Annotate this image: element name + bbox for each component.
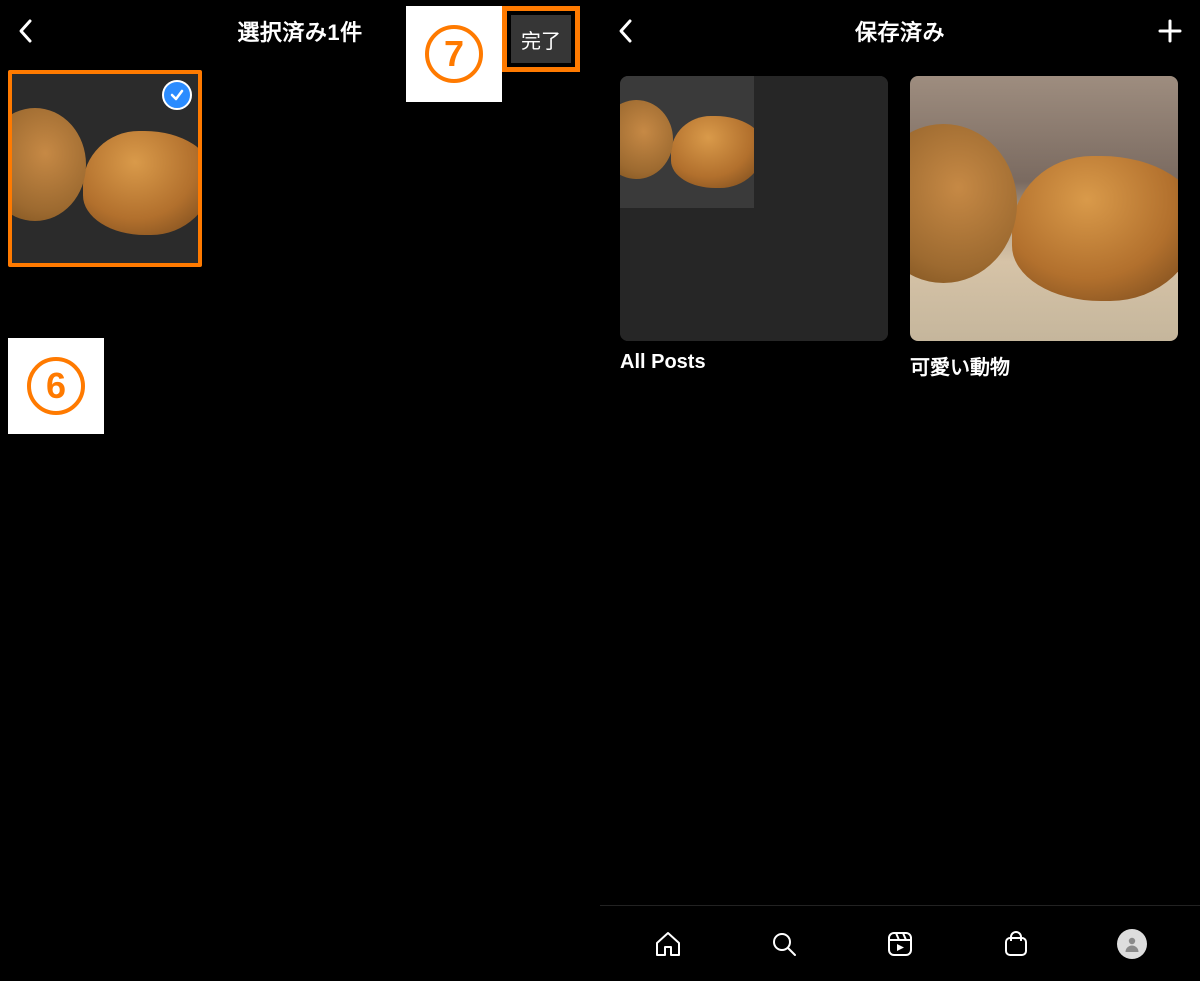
collection-cute-animals[interactable]: 可愛い動物 xyxy=(910,76,1178,380)
collection-cover-empty-cell xyxy=(755,76,889,208)
add-collection-icon[interactable] xyxy=(1156,17,1184,45)
back-icon[interactable] xyxy=(616,17,636,45)
collection-label: 可愛い動物 xyxy=(910,351,1178,380)
collection-cover-empty-cell xyxy=(755,209,889,341)
collection-cover-cell xyxy=(620,76,754,208)
done-button-highlight: 完了 xyxy=(502,6,580,72)
collection-all-posts[interactable]: All Posts xyxy=(620,76,888,380)
back-icon[interactable] xyxy=(16,17,36,45)
collection-grid: All Posts 可愛い動物 xyxy=(600,62,1200,380)
page-title: 保存済み xyxy=(855,15,945,47)
annotation-badge-6: 6 xyxy=(8,338,104,434)
bottom-nav xyxy=(600,905,1200,981)
nav-reels-icon[interactable] xyxy=(876,920,924,968)
nav-home-icon[interactable] xyxy=(644,920,692,968)
avatar xyxy=(1117,929,1147,959)
header-right: 保存済み xyxy=(600,0,1200,62)
annotation-badge-7: 7 xyxy=(406,6,502,102)
done-button[interactable]: 完了 xyxy=(511,15,571,63)
selected-check-icon xyxy=(162,80,192,110)
saved-content: All Posts 可愛い動物 xyxy=(600,62,1200,905)
annotation-number-6: 6 xyxy=(27,357,85,415)
collection-cover xyxy=(910,76,1178,341)
selection-content: 6 xyxy=(0,62,600,981)
nav-search-icon[interactable] xyxy=(760,920,808,968)
nav-profile-icon[interactable] xyxy=(1108,920,1156,968)
nav-shop-icon[interactable] xyxy=(992,920,1040,968)
page-title: 選択済み1件 xyxy=(237,15,362,47)
collection-cover-empty-cell xyxy=(620,209,754,341)
collection-label: All Posts xyxy=(620,351,888,374)
annotation-number-7: 7 xyxy=(425,25,483,83)
selection-panel: 選択済み1件 6 7 完了 xyxy=(0,0,600,981)
selected-photo-thumb[interactable] xyxy=(8,70,202,267)
collection-cover xyxy=(620,76,888,341)
saved-panel: 保存済み All Posts 可愛い動物 xyxy=(600,0,1200,981)
